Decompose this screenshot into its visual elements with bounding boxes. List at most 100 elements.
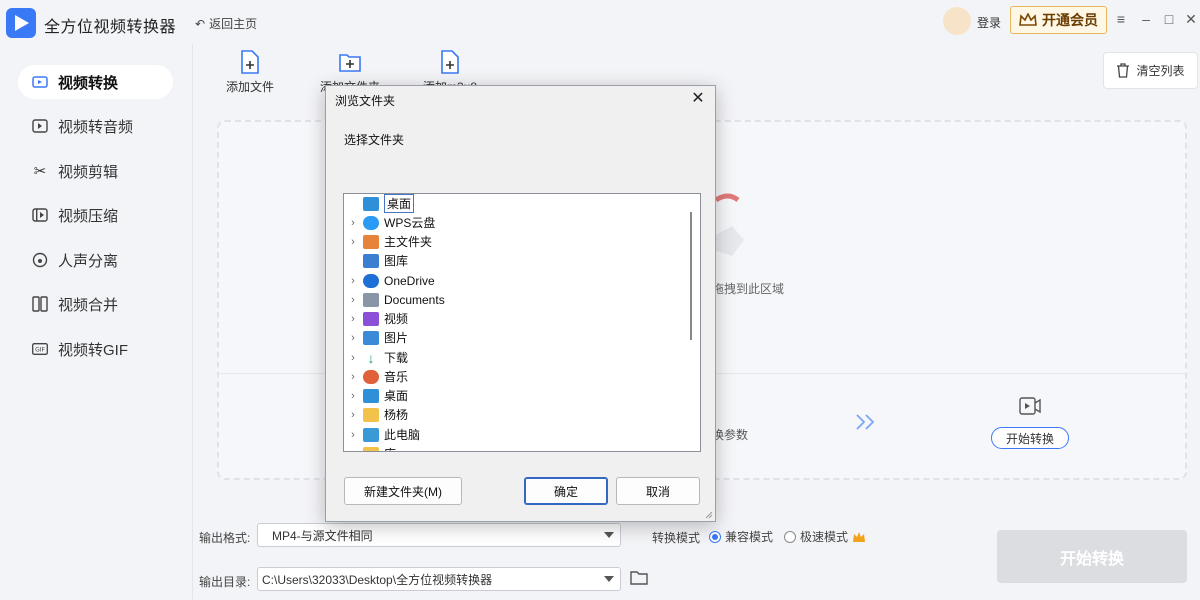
login-link[interactable]: 登录 [977,14,1001,31]
tree-item-label: 图库 [384,254,409,268]
tree-item-label: 桌面 [384,194,415,213]
sidebar-item-video-to-gif[interactable]: GIF 视频转GIF [18,332,173,366]
tree-item-label: 视频 [384,312,409,326]
tree-item-label: 杨杨 [384,408,409,422]
sidebar: 视频转换 视频转音频 ✂ 视频剪辑 视频压缩 人声分离 视频合并 GIF 视频转… [0,44,193,600]
new-folder-button[interactable]: 新建文件夹(M) [344,477,462,505]
sidebar-item-voice-separate[interactable]: 人声分离 [18,243,173,277]
trash-icon [1117,63,1130,78]
tree-item-this-pc[interactable]: › 此电脑 [344,425,420,444]
pictures-icon [363,330,379,345]
videos-icon [363,311,379,326]
minimize-icon[interactable]: – [1139,12,1153,26]
app-logo-icon [6,8,36,38]
format-value: MP4-与源文件相同 [272,528,373,543]
avatar[interactable] [943,7,971,35]
back-home-link[interactable]: ↶ 返回主页 [195,15,257,32]
radio-selected-icon [709,530,721,543]
cancel-button[interactable]: 取消 [616,477,700,505]
sidebar-item-video-edit[interactable]: ✂ 视频剪辑 [18,154,173,188]
double-arrow-icon [856,414,875,430]
onedrive-icon [363,273,379,288]
voice-separate-icon [32,252,48,268]
add-file-label: 添加文件 [226,80,275,94]
tree-item-onedrive[interactable]: › OneDrive [344,271,435,290]
scissors-icon: ✂ [33,163,47,180]
chevron-right-icon[interactable]: › [346,429,360,441]
sidebar-item-label: 视频压缩 [58,207,119,225]
computer-icon [363,427,379,442]
clear-list-button[interactable]: 清空列表 [1103,52,1198,89]
mode-label: 转换模式 [652,531,701,545]
dir-label: 输出目录: [199,575,251,589]
sidebar-item-video-merge[interactable]: 视频合并 [18,287,173,321]
tree-item-desktop-2[interactable]: › 桌面 [344,386,408,405]
tree-item-pictures[interactable]: › 图片 [344,328,408,347]
tree-item-library[interactable]: › 库 [344,444,396,452]
mode-compat-radio[interactable]: 兼容模式 [709,528,773,545]
tree-item-label: 桌面 [384,389,409,403]
chevron-right-icon[interactable]: › [346,448,360,452]
desktop-icon [363,196,379,211]
tree-item-wps-cloud[interactable]: › WPS云盘 [344,213,435,232]
open-folder-icon[interactable] [630,570,648,585]
back-home-label: 返回主页 [209,17,258,31]
sidebar-item-label: 视频转音频 [58,118,134,136]
cloud-icon [363,215,379,230]
dir-value: C:\Users\32033\Desktop\全方位视频转换器 [262,572,493,587]
tree-item-label: 主文件夹 [384,235,433,249]
maximize-icon[interactable]: □ [1162,12,1176,26]
tree-item-music[interactable]: › 音乐 [344,367,408,386]
output-dir-select[interactable]: C:\Users\32033\Desktop\全方位视频转换器 [257,567,621,591]
chevron-right-icon[interactable]: › [346,294,360,306]
chevron-right-icon[interactable]: › [346,371,360,383]
menu-icon[interactable]: ≡ [1114,12,1128,26]
dialog-close-icon[interactable]: ✕ [687,88,709,110]
chevron-right-icon[interactable]: › [346,332,360,344]
start-convert-button[interactable]: 开始转换 [997,530,1187,583]
tree-item-downloads[interactable]: › ↓ 下载 [344,348,408,367]
chevron-right-icon[interactable]: › [346,352,360,364]
sidebar-item-label: 视频合并 [58,296,119,314]
convert-video-icon [1019,397,1041,415]
add-file-button[interactable]: 添加文件 [226,50,274,95]
video-convert-icon [32,74,48,90]
folder-tree[interactable]: 桌面 › WPS云盘 › 主文件夹 图库 › OneDrive › Docume… [343,193,701,452]
download-icon: ↓ [367,349,375,366]
tree-item-user-folder[interactable]: › 杨杨 [344,405,408,424]
clear-list-label: 清空列表 [1136,64,1185,78]
tree-item-documents[interactable]: › Documents [344,290,445,309]
tree-item-home-folder[interactable]: › 主文件夹 [344,232,432,251]
browse-folder-dialog: 浏览文件夹 ✕ 选择文件夹 桌面 › WPS云盘 › 主文件夹 图库 › One… [325,85,716,522]
close-icon[interactable]: ✕ [1184,12,1198,26]
add-folder-icon [339,54,361,72]
tree-item-label: OneDrive [384,273,435,288]
scrollbar-thumb[interactable] [690,212,692,340]
chevron-right-icon[interactable]: › [346,217,360,229]
video-to-audio-icon [32,118,48,134]
resize-grip-icon[interactable] [703,509,713,519]
start-convert-small-button[interactable]: 开始转换 [991,427,1069,449]
mode-fast-radio[interactable]: 极速模式 [784,528,866,545]
sidebar-item-video-compress[interactable]: 视频压缩 [18,198,173,232]
format-select[interactable]: MP4-与源文件相同 [257,523,621,547]
chevron-right-icon[interactable]: › [346,275,360,287]
ok-button[interactable]: 确定 [524,477,608,505]
tree-item-desktop[interactable]: 桌面 [344,194,415,213]
chevron-right-icon[interactable]: › [346,236,360,248]
chevron-right-icon[interactable]: › [346,313,360,325]
sidebar-item-label: 视频剪辑 [58,163,119,181]
chevron-right-icon[interactable]: › [346,409,360,421]
library-icon [363,446,379,451]
chevron-right-icon[interactable]: › [346,390,360,402]
gallery-icon [363,253,379,268]
tree-item-label: 图片 [384,331,409,345]
sidebar-item-video-to-audio[interactable]: 视频转音频 [18,109,173,143]
crown-icon [853,531,866,542]
tree-item-gallery[interactable]: 图库 [344,251,408,270]
add-m3u8-icon [441,50,459,74]
tree-item-videos[interactable]: › 视频 [344,309,408,328]
tree-scrollbar[interactable] [683,194,700,451]
sidebar-item-video-convert[interactable]: 视频转换 [18,65,173,99]
vip-button[interactable]: 开通会员 [1010,6,1107,34]
